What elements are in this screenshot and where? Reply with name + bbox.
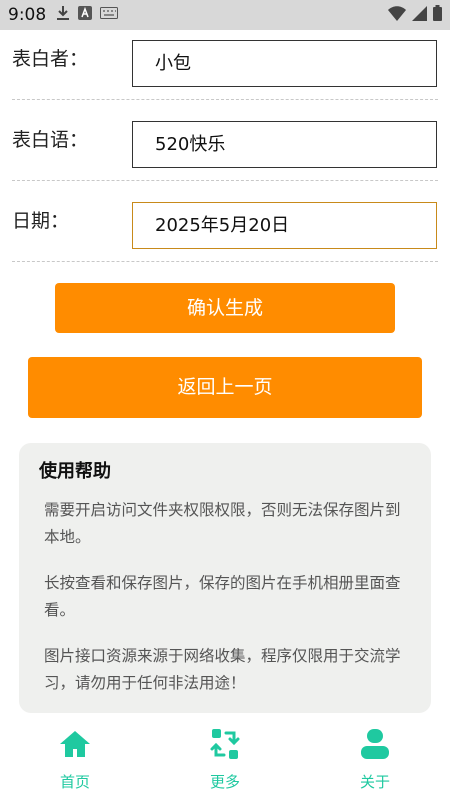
message-input[interactable]: 520快乐 bbox=[132, 121, 437, 168]
tab-more-label: 更多 bbox=[209, 773, 240, 791]
message-row: 表白语： 520快乐 bbox=[12, 99, 438, 181]
help-paragraph: 图片接口资源来源于网络收集，程序仅限用于交流学习，请勿用于任何非法用途！ bbox=[44, 647, 401, 692]
help-title: 使用帮助 bbox=[39, 461, 111, 482]
tab-home-label: 首页 bbox=[59, 773, 90, 791]
tab-about-label: 关于 bbox=[359, 773, 390, 791]
swap-icon bbox=[210, 729, 240, 759]
help-card: 使用帮助 需要开启访问文件夹权限权限，否则无法保存图片到本地。 长按查看和保存图… bbox=[19, 443, 431, 713]
tab-more[interactable]: 更多 bbox=[150, 715, 300, 800]
tab-about[interactable]: 关于 bbox=[300, 715, 450, 800]
date-row: 日期： 2025年5月20日 bbox=[12, 180, 438, 262]
back-button[interactable]: 返回上一页 bbox=[28, 357, 422, 418]
user-icon bbox=[361, 729, 389, 759]
confessor-label: 表白者： bbox=[12, 48, 89, 70]
help-paragraph: 需要开启访问文件夹权限权限，否则无法保存图片到本地。 bbox=[44, 501, 401, 546]
home-icon bbox=[60, 731, 90, 757]
bottom-tab-bar: 首页 更多 关于 bbox=[0, 715, 450, 800]
help-paragraph: 长按查看和保存图片，保存的图片在手机相册里面查看。 bbox=[44, 574, 401, 619]
confessor-input[interactable]: 小包 bbox=[132, 40, 437, 87]
date-label: 日期： bbox=[12, 210, 70, 232]
date-input[interactable]: 2025年5月20日 bbox=[132, 202, 437, 249]
confirm-generate-button[interactable]: 确认生成 bbox=[55, 283, 395, 333]
message-label: 表白语： bbox=[12, 129, 89, 151]
tab-home[interactable]: 首页 bbox=[0, 715, 150, 800]
confessor-row: 表白者： 小包 bbox=[12, 18, 438, 100]
